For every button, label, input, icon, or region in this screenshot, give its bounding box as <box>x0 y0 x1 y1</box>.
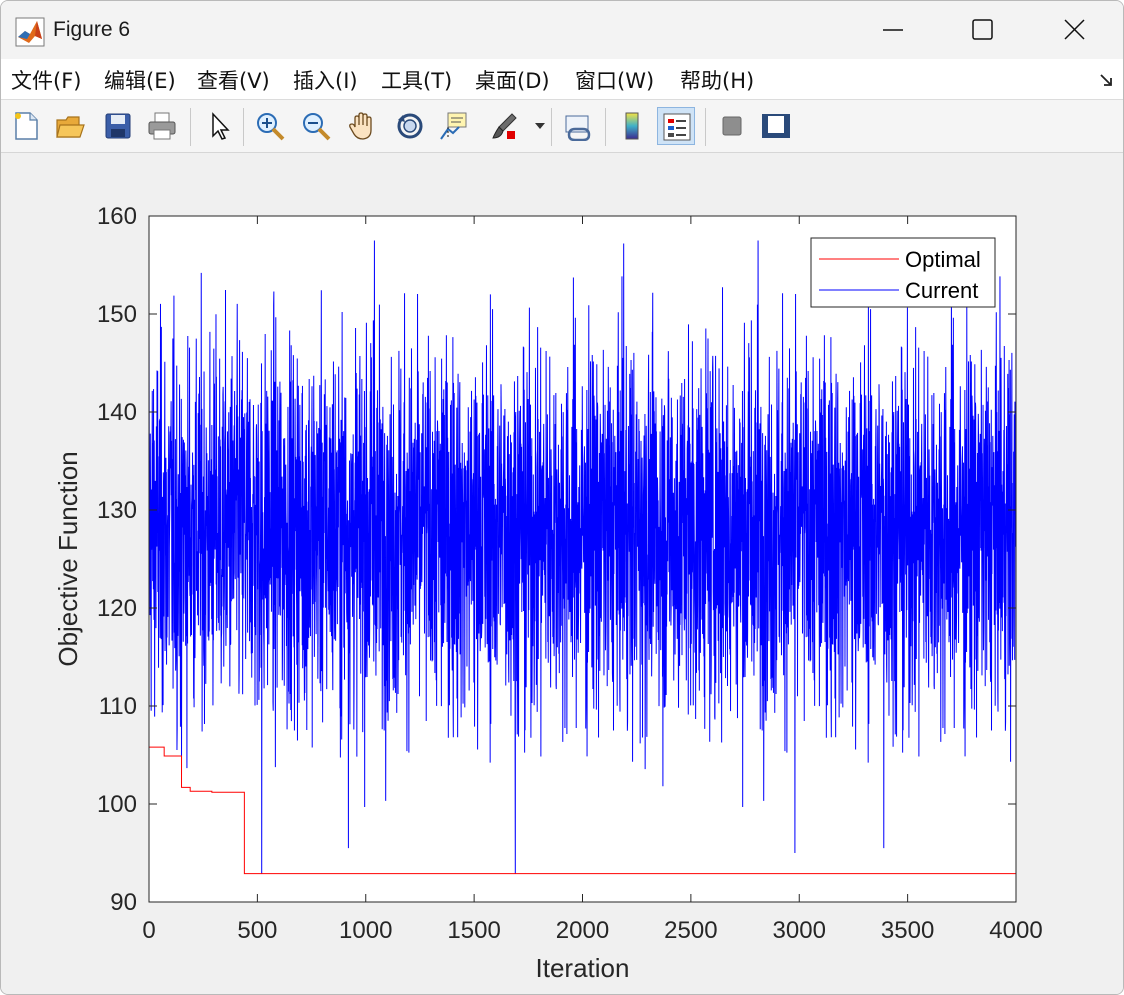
toolbar-separator <box>243 108 244 146</box>
zoom-in-button[interactable] <box>251 107 289 145</box>
legend-button[interactable] <box>657 107 695 145</box>
matlab-logo-icon <box>15 17 45 47</box>
x-tick-label: 0 <box>142 917 155 944</box>
menu-view[interactable]: 查看(V) <box>197 65 270 95</box>
x-tick-label: 1500 <box>447 917 500 944</box>
figure-canvas: 0 500 1000 1500 2000 2500 3000 3500 4000 90 100 110… <box>1 153 1123 994</box>
rotate-3d-icon <box>397 113 423 139</box>
pan-button[interactable] <box>343 107 381 145</box>
maximize-button[interactable] <box>937 1 1029 59</box>
x-tick-label: 2000 <box>556 917 609 944</box>
menu-bar: 文件(F) 编辑(E) 查看(V) 插入(I) 工具(T) 桌面(D) 窗口(W… <box>1 59 1123 100</box>
legend-label-optimal: Optimal <box>905 247 981 272</box>
x-tick-label: 2500 <box>664 917 717 944</box>
x-axis-label: Iteration <box>536 953 630 983</box>
link-plot-button[interactable] <box>559 107 597 145</box>
figure-window: Figure 6 文件(F) 编辑(E) 查看(V) 插入(I) 工具(T) 桌… <box>0 0 1124 995</box>
menu-tools[interactable]: 工具(T) <box>381 65 452 95</box>
hide-plot-tools-icon <box>722 116 742 136</box>
print-button[interactable] <box>143 107 181 145</box>
show-plot-tools-icon <box>762 114 790 138</box>
x-tick-label: 3000 <box>773 917 826 944</box>
zoom-out-icon <box>303 113 331 141</box>
y-tick-label: 160 <box>97 203 137 230</box>
brush-button[interactable] <box>485 107 523 145</box>
y-tick-label: 140 <box>97 399 137 426</box>
save-icon <box>105 113 131 139</box>
brush-dropdown-icon[interactable] <box>534 122 546 130</box>
pointer-icon <box>212 112 230 140</box>
line-chart[interactable]: 0 500 1000 1500 2000 2500 3000 3500 4000 90 100 110… <box>1 153 1123 994</box>
y-tick-label: 150 <box>97 301 137 328</box>
menu-window[interactable]: 窗口(W) <box>575 65 654 95</box>
y-tick-label: 130 <box>97 497 137 524</box>
minimize-button[interactable] <box>847 1 939 59</box>
x-tick-label: 500 <box>237 917 277 944</box>
legend-icon <box>663 113 691 141</box>
new-figure-button[interactable] <box>7 107 45 145</box>
y-axis-label: Objective Function <box>53 451 83 666</box>
zoom-in-icon <box>257 113 285 141</box>
brush-icon <box>492 113 517 139</box>
colorbar-button[interactable] <box>613 107 651 145</box>
data-cursor-button[interactable] <box>435 107 473 145</box>
y-tick-label: 90 <box>110 889 137 916</box>
legend-label-current: Current <box>905 278 978 303</box>
rotate-3d-button[interactable] <box>391 107 429 145</box>
data-cursor-icon <box>440 112 467 140</box>
maximize-icon <box>972 19 993 40</box>
menu-insert[interactable]: 插入(I) <box>293 65 358 95</box>
save-button[interactable] <box>99 107 137 145</box>
open-file-icon <box>56 116 85 138</box>
expand-arrow-icon[interactable] <box>1099 73 1115 89</box>
pointer-button[interactable] <box>199 107 237 145</box>
x-tick-label: 3500 <box>881 917 934 944</box>
minimize-icon <box>883 29 903 31</box>
x-tick-label: 1000 <box>339 917 392 944</box>
y-tick-label: 110 <box>99 693 137 720</box>
close-button[interactable] <box>1029 1 1121 59</box>
new-figure-icon <box>15 112 38 140</box>
toolbar-separator <box>605 108 606 146</box>
legend[interactable]: Optimal Current <box>810 237 996 308</box>
y-tick-label: 120 <box>97 595 137 622</box>
window-title: Figure 6 <box>53 18 131 41</box>
menu-help[interactable]: 帮助(H) <box>680 65 754 95</box>
open-file-button[interactable] <box>51 107 89 145</box>
pan-hand-icon <box>349 112 372 140</box>
colorbar-icon <box>625 112 639 140</box>
link-plot-icon <box>565 115 591 141</box>
hide-plot-tools-button[interactable] <box>713 107 751 145</box>
menu-desktop[interactable]: 桌面(D) <box>475 65 550 95</box>
figure-toolbar <box>1 100 1123 153</box>
zoom-out-button[interactable] <box>297 107 335 145</box>
menu-edit[interactable]: 编辑(E) <box>104 65 176 95</box>
show-plot-tools-button[interactable] <box>757 107 795 145</box>
title-bar[interactable]: Figure 6 <box>1 1 1123 59</box>
close-icon <box>1064 19 1085 40</box>
menu-file[interactable]: 文件(F) <box>11 65 81 95</box>
x-tick-label: 4000 <box>989 917 1042 944</box>
y-tick-label: 100 <box>97 791 137 818</box>
toolbar-separator <box>190 108 191 146</box>
toolbar-separator <box>705 108 706 146</box>
toolbar-separator <box>551 108 552 146</box>
print-icon <box>148 112 176 140</box>
